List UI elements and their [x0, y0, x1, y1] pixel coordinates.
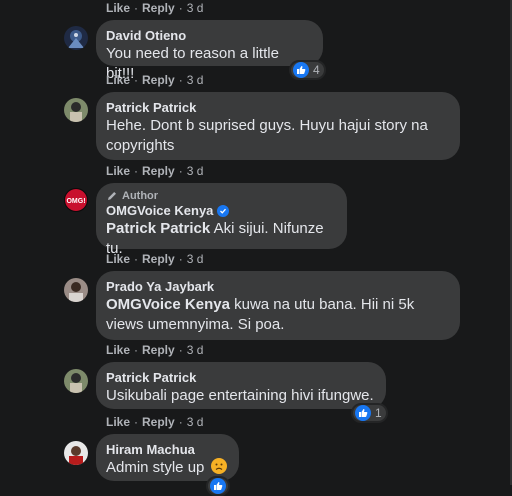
- mention-link[interactable]: OMGVoice Kenya: [106, 296, 230, 313]
- verified-badge-icon: [217, 205, 230, 217]
- like-link[interactable]: Like: [106, 164, 130, 178]
- avatar[interactable]: [64, 26, 88, 50]
- comment-time[interactable]: 3 d: [187, 415, 204, 429]
- reaction-count: 4: [313, 63, 320, 77]
- like-link[interactable]: Like: [106, 1, 130, 15]
- comment-time[interactable]: 3 d: [187, 73, 204, 87]
- comment-author[interactable]: OMGVoice Kenya: [106, 203, 335, 219]
- comment-time[interactable]: 3 d: [187, 252, 204, 266]
- like-link[interactable]: Like: [106, 343, 130, 357]
- comment-time[interactable]: 3 d: [187, 1, 204, 15]
- reaction-badge[interactable]: 1: [351, 403, 388, 423]
- reaction-badge[interactable]: 4: [289, 60, 326, 80]
- comment-author[interactable]: Prado Ya Jaybark: [106, 279, 448, 295]
- reply-link[interactable]: Reply: [142, 164, 175, 178]
- comment-text: Hehe. Dont b suprised guys. Huyu hajui s…: [106, 117, 428, 154]
- logo-text: OMG!: [66, 198, 85, 205]
- comment-actions: Like · Reply · 3 d: [106, 73, 204, 87]
- reaction-badge[interactable]: [206, 476, 230, 496]
- comment-text: OMGVoice Kenya kuwa na utu bana. Hii ni …: [106, 296, 415, 333]
- comment-bubble: Hiram Machua Admin style up: [96, 434, 239, 481]
- comment-bubble: David Otieno You need to reason a little…: [96, 20, 323, 82]
- pen-icon: [108, 192, 116, 200]
- reaction-count: 1: [375, 406, 382, 420]
- reply-link[interactable]: Reply: [142, 415, 175, 429]
- comment-bubble: Prado Ya Jaybark OMGVoice Kenya kuwa na …: [96, 271, 460, 340]
- comment-bubble: Patrick Patrick Hehe. Dont b suprised gu…: [96, 92, 460, 160]
- comment-actions: Like · Reply · 3 d: [106, 252, 204, 266]
- comment-actions-top: Like · Reply · 3 d: [106, 1, 204, 15]
- reply-link[interactable]: Reply: [142, 252, 175, 266]
- avatar[interactable]: [64, 369, 88, 393]
- author-tag: Author: [106, 189, 335, 203]
- reply-link[interactable]: Reply: [142, 73, 175, 87]
- comment-author[interactable]: Hiram Machua: [106, 442, 227, 458]
- comment-bubble: Author OMGVoice Kenya Patrick Patrick Ak…: [96, 183, 347, 257]
- avatar[interactable]: [64, 441, 88, 465]
- comment-actions: Like · Reply · 3 d: [106, 343, 204, 357]
- comment-text: Usikubali page entertaining hivi ifungwe…: [106, 387, 374, 404]
- avatar[interactable]: [64, 278, 88, 302]
- avatar[interactable]: [64, 98, 88, 122]
- mention-link[interactable]: Patrick Patrick: [106, 220, 210, 237]
- like-icon: [293, 62, 309, 78]
- comment-time[interactable]: 3 d: [187, 164, 204, 178]
- comment-author[interactable]: Patrick Patrick: [106, 100, 448, 116]
- comment-text: Admin style up: [106, 458, 227, 478]
- comment-author[interactable]: Patrick Patrick: [106, 370, 374, 386]
- like-link[interactable]: Like: [106, 252, 130, 266]
- reply-link[interactable]: Reply: [142, 1, 175, 15]
- comment-time[interactable]: 3 d: [187, 343, 204, 357]
- avatar[interactable]: OMG!: [64, 188, 88, 212]
- like-link[interactable]: Like: [106, 73, 130, 87]
- like-icon: [210, 478, 226, 494]
- comment-actions: Like · Reply · 3 d: [106, 164, 204, 178]
- comment-bubble: Patrick Patrick Usikubali page entertain…: [96, 362, 386, 409]
- comment-actions: Like · Reply · 3 d: [106, 415, 204, 429]
- like-icon: [355, 405, 371, 421]
- disappointed-face-icon: [210, 458, 227, 474]
- reply-link[interactable]: Reply: [142, 343, 175, 357]
- comment-author[interactable]: David Otieno: [106, 28, 311, 44]
- like-link[interactable]: Like: [106, 415, 130, 429]
